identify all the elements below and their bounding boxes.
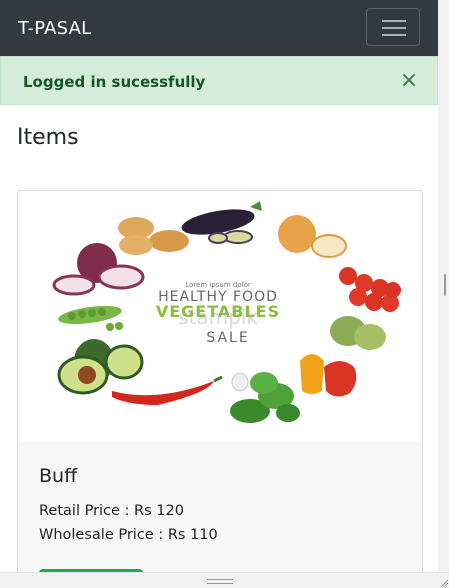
- item-card: Lorem ipsum dolor HEALTHY FOOD VEGETABLE…: [17, 190, 423, 588]
- item-name: Buff: [39, 465, 78, 487]
- hamburger-menu-icon: [382, 20, 406, 22]
- item-card-body: Buff Retail Price : Rs 120 Wholesale Pri…: [18, 442, 422, 588]
- vegetables-illustration: Lorem ipsum dolor HEALTHY FOOD VEGETABLE…: [52, 201, 401, 423]
- image-watermark: stampik: [178, 305, 258, 329]
- scrollbar-thumb[interactable]: [444, 274, 446, 296]
- alert-message: Logged in sucessfully: [23, 73, 206, 91]
- success-alert: Logged in sucessfully ×: [0, 56, 438, 105]
- navbar: T-PASAL: [0, 0, 438, 56]
- image-small-text: Lorem ipsum dolor: [185, 281, 251, 289]
- resize-corner-icon[interactable]: [438, 576, 449, 588]
- resize-handle[interactable]: [207, 579, 233, 584]
- retail-price: Retail Price : Rs 120: [39, 503, 184, 519]
- item-image: Lorem ipsum dolor HEALTHY FOOD VEGETABLE…: [18, 191, 422, 442]
- page-title: Items: [17, 125, 79, 150]
- page: T-PASAL Logged in sucessfully × Items Lo…: [0, 0, 438, 588]
- wholesale-price: Wholesale Price : Rs 110: [39, 527, 218, 543]
- image-line3: SALE: [206, 330, 249, 346]
- brand-link[interactable]: T-PASAL: [18, 18, 91, 40]
- hamburger-menu-icon-bar: [382, 27, 406, 29]
- bottom-resize-bar: [0, 572, 449, 588]
- navbar-toggler-button[interactable]: [366, 8, 420, 46]
- close-icon[interactable]: ×: [399, 70, 419, 92]
- hamburger-menu-icon-bar: [382, 34, 406, 36]
